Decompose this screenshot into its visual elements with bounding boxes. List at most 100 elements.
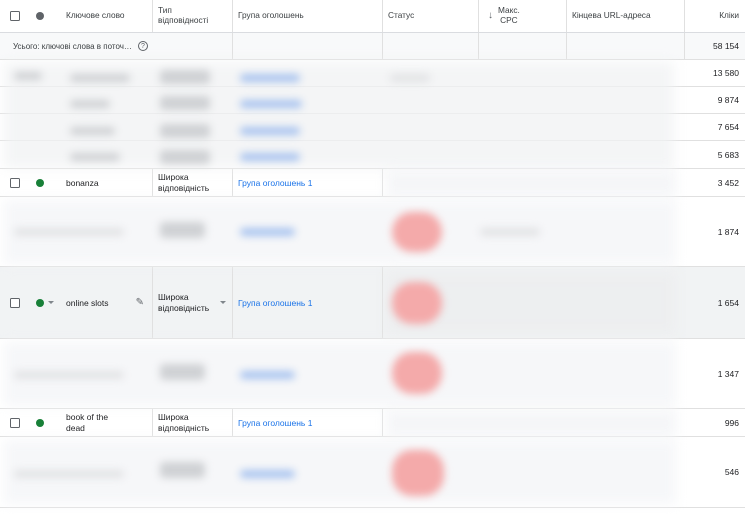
clicks-value: 1 874 (717, 226, 739, 237)
status-dropdown-icon[interactable] (48, 301, 54, 304)
select-all-checkbox[interactable] (10, 11, 20, 21)
header-select-all[interactable] (0, 0, 30, 32)
match-type-cell[interactable]: Широка відповідність (153, 267, 233, 338)
match-type-cell[interactable]: Широка відповідність (153, 409, 233, 436)
column-header-status[interactable]: Статус (383, 0, 479, 32)
summary-empty-cell (383, 33, 479, 59)
blurred-region (392, 450, 444, 496)
edit-pencil-icon[interactable]: ✎ (136, 297, 144, 308)
blurred-region (14, 72, 42, 80)
blurred-region (240, 100, 302, 108)
blurred-region (160, 124, 210, 138)
clicks-value: 5 683 (717, 149, 739, 160)
keyword-cell[interactable]: online slots ✎ (62, 267, 153, 338)
enabled-status-dot-icon[interactable] (36, 418, 44, 427)
ad-group-link[interactable]: Група оголошень 1 (238, 178, 312, 188)
keyword-cell[interactable]: book of the dead (62, 409, 153, 436)
blurred-region (240, 470, 295, 478)
row-select[interactable] (0, 409, 30, 436)
ad-group-cell[interactable]: Група оголошень 1 (233, 267, 383, 338)
row-status[interactable] (30, 267, 62, 338)
clicks-cell: 7 654 (685, 114, 745, 140)
table-header: Ключове слово Тип відповідності Група ого… (0, 0, 745, 33)
row-select[interactable] (0, 169, 30, 196)
clicks-value: 13 580 (713, 68, 739, 78)
summary-clicks-value: 58 154 (713, 41, 739, 51)
sort-arrow-down-icon[interactable]: ↓ (488, 10, 493, 22)
clicks-cell: 1 874 (685, 197, 745, 266)
blurred-region (390, 74, 430, 82)
summary-empty-cell (153, 33, 233, 59)
column-header-final-url[interactable]: Кінцева URL-адреса (567, 0, 685, 32)
clicks-cell: 546 (685, 437, 745, 507)
summary-clicks: 58 154 (685, 33, 745, 59)
ad-group-cell[interactable]: Група оголошень 1 (233, 169, 383, 196)
blurred-region (70, 127, 115, 135)
blurred-region (480, 228, 540, 236)
blurred-region (70, 100, 110, 108)
keyword-cell[interactable]: bonanza (62, 169, 153, 196)
match-type-line2: відповідність (158, 422, 210, 433)
keyword-header-label: Ключове слово (66, 10, 125, 21)
blurred-region (160, 364, 205, 380)
column-header-match-type[interactable]: Тип відповідності (153, 0, 233, 32)
match-type-cell[interactable]: Широка відповідність (153, 169, 233, 196)
blurred-region (160, 150, 210, 164)
clicks-value: 546 (724, 467, 739, 477)
row-checkbox[interactable] (10, 297, 20, 308)
row-status[interactable] (30, 409, 62, 436)
clicks-value: 3 452 (717, 177, 739, 188)
clicks-cell: 1 654 (685, 267, 745, 338)
summary-empty-cell (233, 33, 383, 59)
header-status-dot[interactable] (30, 0, 62, 32)
row-status[interactable] (30, 169, 62, 196)
summary-row: Усього: ключові слова в поточ… ? 58 154 (0, 33, 745, 60)
keyword-text-line2: dead (66, 422, 85, 433)
enabled-status-dot-icon[interactable] (36, 298, 44, 307)
status-filter-dot-icon[interactable] (36, 12, 44, 20)
blurred-region (240, 153, 300, 161)
column-header-max-cpc[interactable]: ↓ Макс. CPC (479, 0, 567, 32)
help-icon[interactable]: ? (137, 41, 148, 51)
summary-label-cell: Усього: ключові слова в поточ… ? (0, 33, 153, 59)
blurred-region (386, 410, 676, 436)
blurred-region (392, 352, 442, 394)
summary-label: Усього: ключові слова в поточ… (13, 41, 132, 51)
column-header-keyword[interactable]: Ключове слово (62, 0, 153, 32)
keyword-text-line1: book of the (66, 412, 109, 423)
match-type-line1: Широка (158, 292, 189, 303)
blurred-region (70, 74, 130, 82)
clicks-value: 1 347 (717, 368, 739, 379)
column-header-clicks[interactable]: Кліки (685, 0, 745, 32)
match-type-line2: відповідність (158, 182, 210, 193)
ad-group-header-label: Група оголошень (238, 10, 304, 21)
row-checkbox[interactable] (10, 417, 20, 428)
clicks-cell: 13 580 (685, 60, 745, 86)
column-header-ad-group[interactable]: Група оголошень (233, 0, 383, 32)
clicks-value: 996 (724, 417, 739, 428)
blurred-region (14, 371, 124, 379)
clicks-cell: 5 683 (685, 141, 745, 168)
clicks-value: 9 874 (717, 95, 739, 105)
clicks-cell: 996 (685, 409, 745, 436)
row-select[interactable] (0, 267, 30, 338)
final-url-header-label: Кінцева URL-адреса (572, 10, 651, 21)
keyword-text: bonanza (66, 177, 99, 188)
match-type-dropdown-icon[interactable] (220, 301, 226, 304)
blurred-region (392, 282, 442, 324)
row-checkbox[interactable] (10, 177, 20, 188)
ad-group-link[interactable]: Група оголошень 1 (238, 298, 312, 308)
status-header-label: Статус (388, 10, 415, 21)
blurred-region (392, 212, 442, 252)
ad-group-cell[interactable]: Група оголошень 1 (233, 409, 383, 436)
clicks-cell: 3 452 (685, 169, 745, 196)
blurred-region (386, 170, 676, 196)
blurred-region (160, 222, 205, 238)
enabled-status-dot-icon[interactable] (36, 178, 44, 187)
match-type-line1: Широка (158, 172, 189, 183)
summary-empty-cell (479, 33, 567, 59)
blurred-region (160, 462, 205, 478)
clicks-header-label: Кліки (719, 10, 739, 21)
ad-group-link[interactable]: Група оголошень 1 (238, 418, 312, 428)
blurred-region (70, 153, 120, 161)
